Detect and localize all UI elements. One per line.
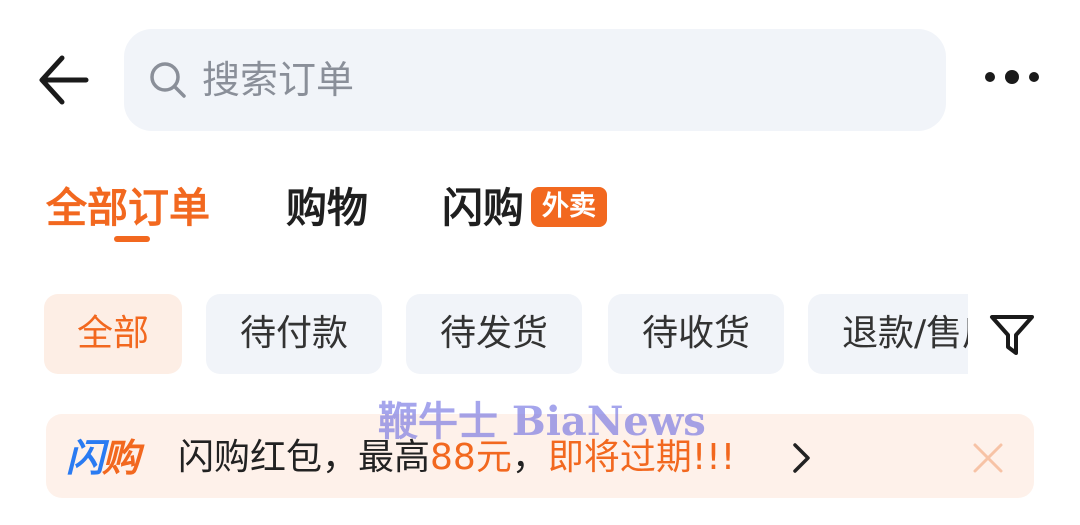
banner-close-button[interactable]	[970, 440, 1006, 476]
chip-refund-aftersales[interactable]: 退款/售后	[808, 294, 968, 374]
orders-page: 全部订单 购物 闪购 外卖 全部 待付款 待发货 待收货 退款/售后 闪购 闪购…	[0, 0, 1080, 525]
search-icon	[150, 62, 186, 98]
active-tab-indicator	[114, 236, 150, 242]
takeout-badge: 外卖	[531, 187, 607, 227]
tab-shopping[interactable]: 购物	[286, 180, 368, 236]
flash-purchase-logo: 闪购	[66, 436, 140, 480]
chip-all[interactable]: 全部	[44, 294, 182, 374]
back-button[interactable]	[34, 52, 94, 108]
filter-button[interactable]	[988, 313, 1036, 357]
more-dots-icon	[985, 70, 1039, 84]
filter-chip-row[interactable]: 全部 待付款 待发货 待收货 退款/售后	[0, 294, 968, 376]
back-arrow-icon	[39, 55, 89, 105]
chevron-right-icon	[793, 443, 810, 473]
chip-pending-receipt[interactable]: 待收货	[608, 294, 784, 374]
close-icon	[973, 443, 1003, 473]
tab-flash-purchase[interactable]: 闪购	[442, 180, 524, 236]
chip-pending-shipment[interactable]: 待发货	[406, 294, 582, 374]
chip-pending-payment[interactable]: 待付款	[206, 294, 382, 374]
search-input[interactable]	[202, 52, 902, 108]
filter-icon	[990, 315, 1034, 355]
tab-all-orders[interactable]: 全部订单	[46, 180, 210, 236]
banner-message: 闪购红包，最高88元，即将过期!!!	[178, 437, 736, 478]
more-button[interactable]	[980, 60, 1044, 94]
